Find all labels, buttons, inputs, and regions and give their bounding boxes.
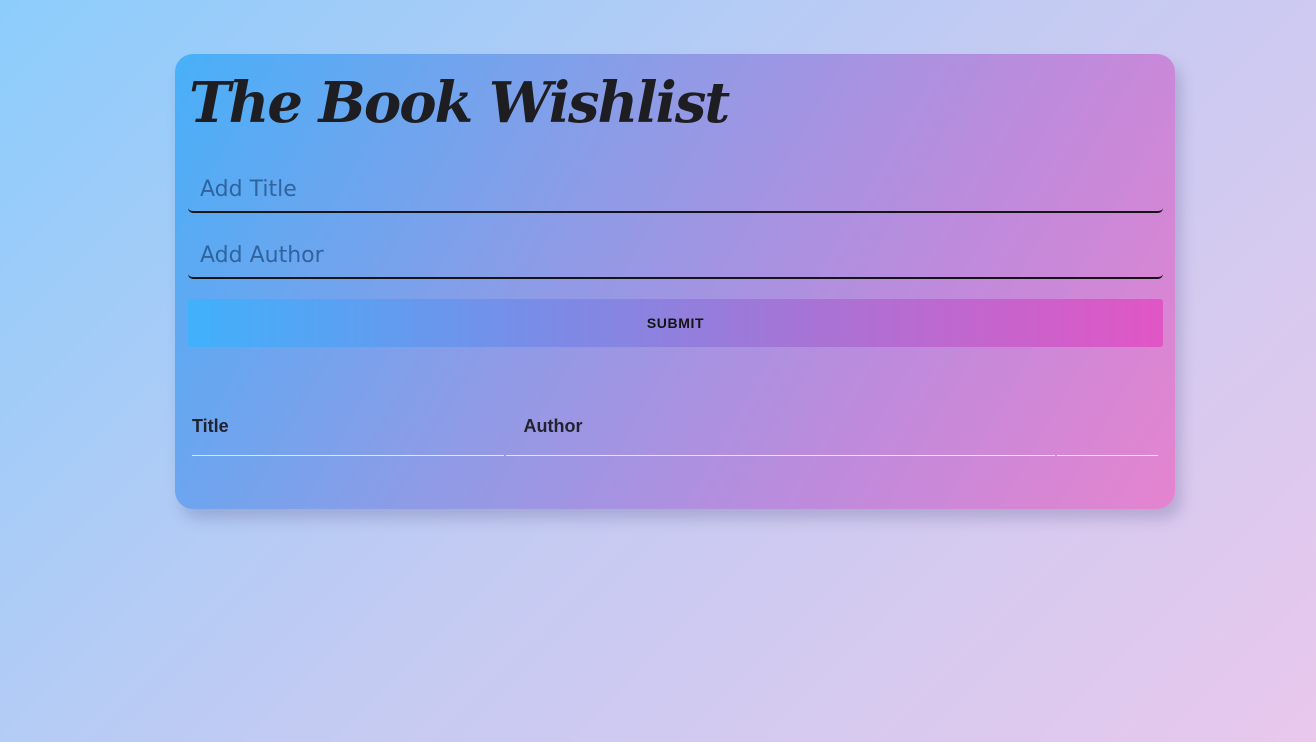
column-header-author: Author [505, 410, 1056, 456]
column-header-actions [1057, 410, 1158, 456]
table-header-row: Title Author [192, 410, 1158, 456]
book-table: Title Author [190, 410, 1160, 456]
wishlist-card: The Book Wishlist SUBMIT Title Author [175, 54, 1175, 509]
submit-button[interactable]: SUBMIT [188, 299, 1163, 347]
page-title: The Book Wishlist [189, 70, 730, 136]
author-input[interactable] [188, 234, 1163, 279]
title-input[interactable] [188, 168, 1163, 213]
column-header-title: Title [192, 410, 504, 456]
